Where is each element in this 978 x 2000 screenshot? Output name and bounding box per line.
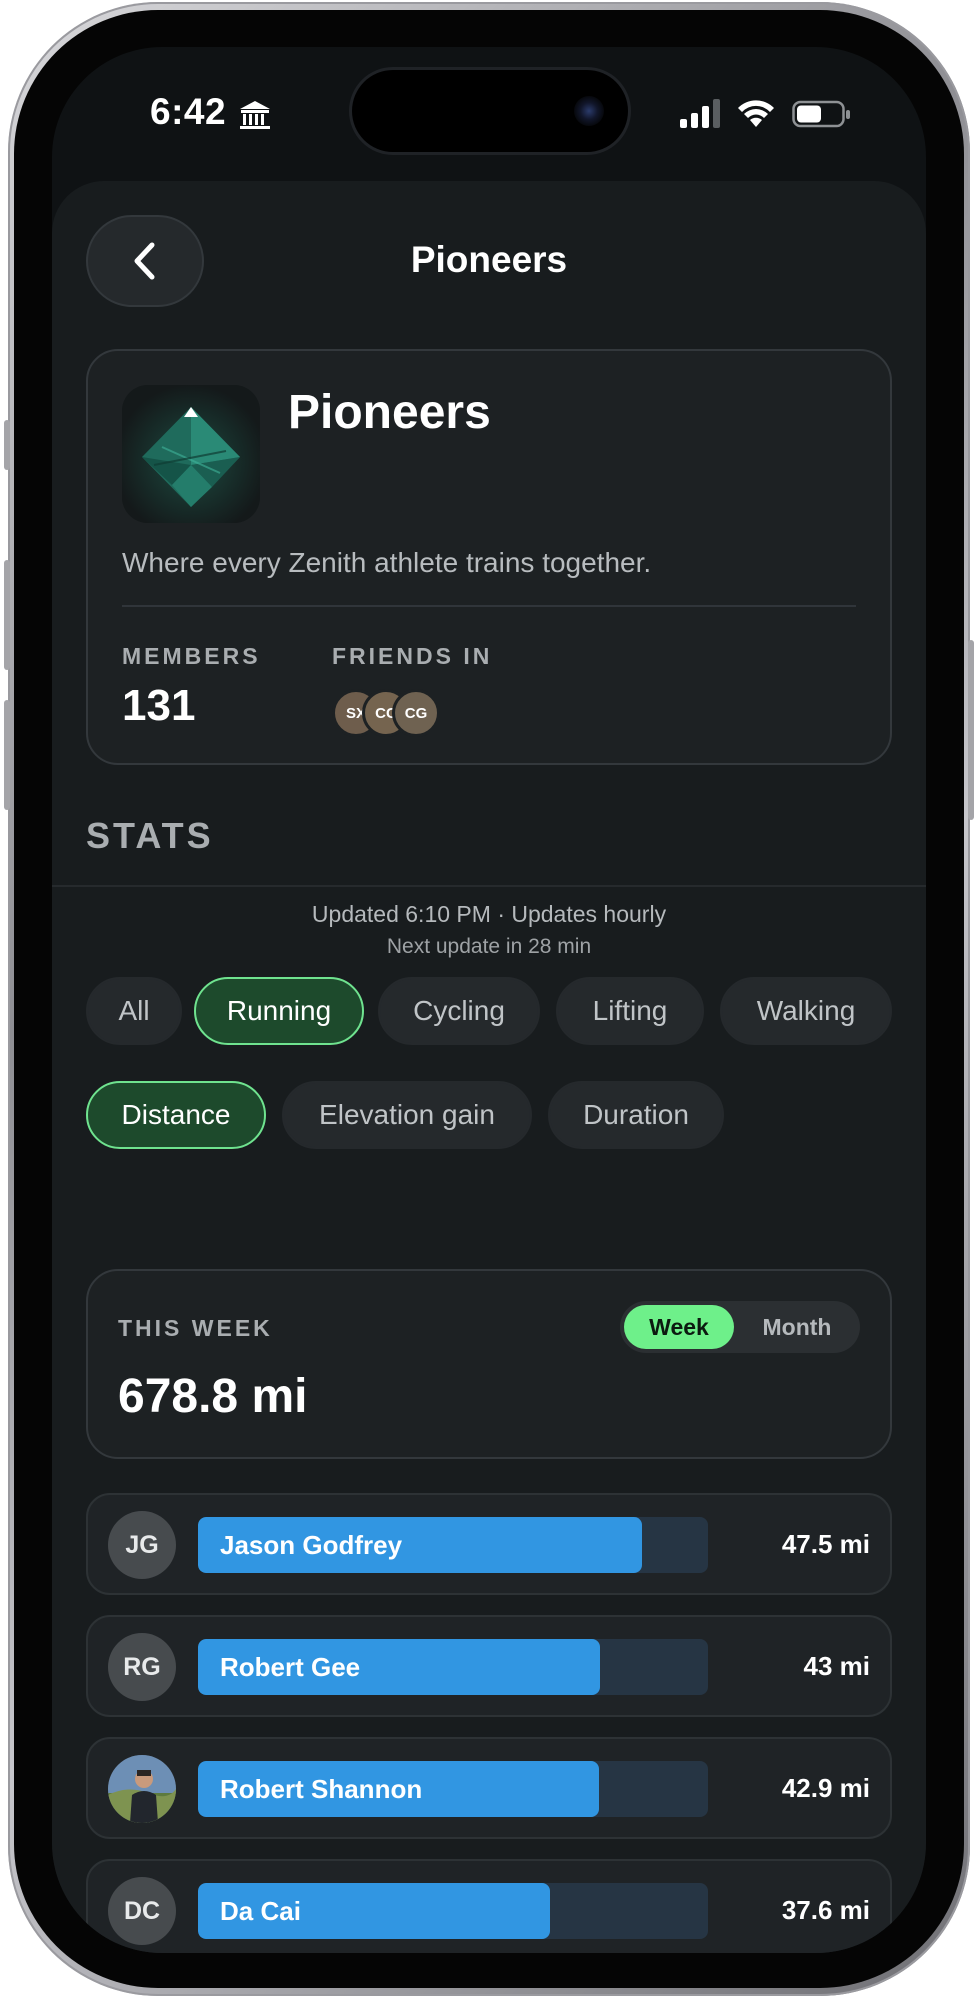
week-toggle-button[interactable]: Week	[624, 1305, 734, 1349]
next-update-status: Next update in 28 min	[386, 935, 592, 958]
person-photo-icon	[108, 1755, 176, 1823]
filter-chip-running[interactable]: Running	[194, 977, 364, 1045]
mountain-logo-icon	[122, 385, 260, 523]
power-button	[968, 640, 974, 820]
screen: 6:42 Pioneers Pioneers Where every Zenit…	[52, 47, 926, 1953]
filter-chip-cycling[interactable]: Cycling	[378, 977, 540, 1045]
distance-bar-track: Robert Gee	[198, 1639, 708, 1695]
leaderboard-row[interactable]: DC Da Cai 37.6 mi	[86, 1859, 892, 1953]
status-bar: 6:42	[52, 47, 926, 167]
bank-icon	[240, 101, 270, 129]
avatar-photo	[108, 1755, 176, 1823]
friends-avatar-stack[interactable]: SX CC CG	[332, 689, 532, 737]
group-logo	[122, 385, 260, 523]
wifi-icon	[738, 100, 774, 127]
volume-up-button	[4, 560, 10, 670]
action-button	[4, 420, 10, 470]
friends-in-label: FRIENDS IN	[332, 643, 493, 669]
avatar: DC	[108, 1877, 176, 1945]
filter-chip-all[interactable]: All	[86, 977, 182, 1045]
filter-chip-lifting[interactable]: Lifting	[556, 977, 704, 1045]
camera-icon	[574, 96, 604, 126]
updated-status: Updated 6:10 PM · Updates hourly	[311, 901, 667, 927]
period-total: 678.8 mi	[118, 1370, 308, 1423]
metric-chip-duration[interactable]: Duration	[548, 1081, 724, 1149]
divider	[52, 885, 926, 887]
leaderboard-row[interactable]: Robert Shannon 42.9 mi	[86, 1737, 892, 1839]
month-toggle-button[interactable]: Month	[740, 1305, 854, 1349]
athlete-name: Robert Gee	[220, 1652, 361, 1682]
group-sheet: Pioneers Pioneers Where every Zenith ath…	[52, 181, 926, 1953]
divider	[122, 605, 856, 607]
period-toggle: Week Month	[620, 1301, 860, 1353]
athlete-distance: 37.6 mi	[781, 1895, 870, 1925]
period-summary-card: THIS WEEK 678.8 mi Week Month	[86, 1269, 892, 1459]
leaderboard-row[interactable]: JG Jason Godfrey 47.5 mi	[86, 1493, 892, 1595]
athlete-name: Da Cai	[220, 1896, 301, 1926]
distance-bar-track: Jason Godfrey	[198, 1517, 708, 1573]
page-title: Pioneers	[410, 239, 568, 280]
avatar: RG	[108, 1633, 176, 1701]
metric-chip-elevation-gain[interactable]: Elevation gain	[282, 1081, 532, 1149]
athlete-distance: 47.5 mi	[781, 1529, 870, 1559]
cellular-signal-icon	[680, 99, 720, 128]
friend-avatar: CG	[392, 689, 440, 737]
metric-chip-distance[interactable]: Distance	[86, 1081, 266, 1149]
group-description: Where every Zenith athlete trains togeth…	[122, 547, 652, 578]
distance-bar-track: Da Cai	[198, 1883, 708, 1939]
athlete-name: Jason Godfrey	[220, 1530, 403, 1560]
stats-section-title: STATS	[86, 815, 214, 856]
period-label: THIS WEEK	[118, 1315, 273, 1341]
leaderboard-row[interactable]: RG Robert Gee 43 mi	[86, 1615, 892, 1717]
volume-down-button	[4, 700, 10, 810]
group-info-card: Pioneers Where every Zenith athlete trai…	[86, 349, 892, 765]
dynamic-island	[352, 70, 628, 152]
athlete-distance: 43 mi	[803, 1651, 871, 1681]
members-label: MEMBERS	[122, 643, 261, 669]
avatar: JG	[108, 1511, 176, 1579]
distance-bar-track: Robert Shannon	[198, 1761, 708, 1817]
athlete-distance: 42.9 mi	[781, 1773, 870, 1803]
filter-chip-walking[interactable]: Walking	[720, 977, 892, 1045]
status-time: 6:42	[150, 91, 227, 132]
athlete-name: Robert Shannon	[220, 1774, 423, 1804]
group-name: Pioneers	[288, 386, 491, 439]
battery-icon	[792, 100, 850, 128]
members-count: 131	[122, 681, 196, 730]
